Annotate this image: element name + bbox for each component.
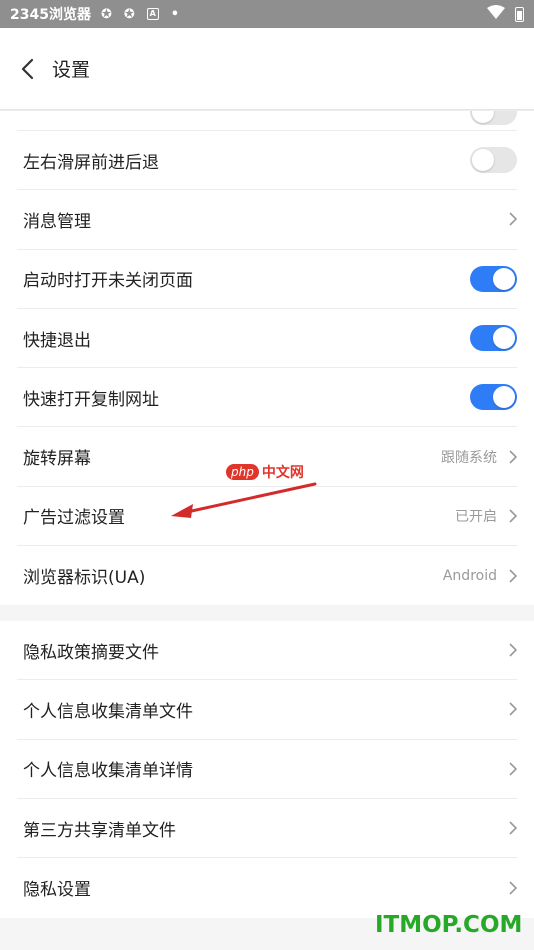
- chevron-right-icon: [505, 569, 517, 583]
- settings-item-open-copied-url[interactable]: 快速打开复制网址: [17, 368, 517, 428]
- settings-item-personal-info-list-detail[interactable]: 个人信息收集清单详情: [17, 740, 517, 799]
- settings-item-label: 个人信息收集清单详情: [23, 761, 193, 782]
- itmop-watermark: ITMOP.COM: [375, 912, 523, 938]
- chrome-icon: ✪: [100, 6, 112, 22]
- toggle-switch-swipe[interactable]: [470, 147, 517, 174]
- settings-item-value: 跟随系统: [441, 449, 497, 466]
- wifi-icon: [487, 5, 505, 23]
- chevron-right-icon: [505, 212, 517, 227]
- settings-item-label: 个人信息收集清单文件: [23, 701, 193, 722]
- chevron-right-icon: [505, 509, 517, 523]
- settings-item-label: 消息管理: [23, 211, 91, 232]
- a-box-icon: A: [146, 8, 159, 20]
- settings-item-value: Android: [442, 567, 497, 584]
- settings-item-swipe-navigation[interactable]: 左右滑屏前进后退: [17, 131, 517, 191]
- settings-item-message-management[interactable]: 消息管理: [17, 190, 517, 250]
- battery-icon: [515, 6, 524, 22]
- toggle-switch-restore[interactable]: [470, 265, 517, 292]
- settings-item-label: 隐私政策摘要文件: [23, 642, 159, 663]
- list-item-partial: [17, 111, 517, 131]
- settings-item-label: 快捷退出: [23, 330, 91, 351]
- settings-item-label: 启动时打开未关闭页面: [23, 271, 193, 292]
- dot-icon: •: [170, 6, 180, 22]
- toggle-switch-partial[interactable]: [470, 111, 517, 125]
- settings-item-personal-info-list-file[interactable]: 个人信息收集清单文件: [17, 680, 517, 740]
- chevron-right-icon: [505, 881, 517, 895]
- settings-group-privacy: 隐私政策摘要文件 个人信息收集清单文件 个人信息收集清单详情 第三方共享清单文件…: [0, 621, 534, 918]
- chrome-icon: ✪: [123, 6, 135, 22]
- chevron-right-icon: [505, 702, 517, 717]
- status-app-name: 2345浏览器: [10, 7, 91, 23]
- header: 设置: [0, 28, 534, 109]
- chevron-right-icon: [505, 762, 517, 776]
- settings-item-privacy-policy-summary[interactable]: 隐私政策摘要文件: [17, 621, 517, 681]
- settings-item-value: 已开启: [455, 508, 497, 525]
- back-arrow-icon[interactable]: [20, 58, 34, 80]
- settings-item-label: 左右滑屏前进后退: [23, 152, 159, 173]
- chevron-right-icon: [505, 821, 517, 835]
- chevron-right-icon: [505, 450, 517, 464]
- toggle-switch-quick-exit[interactable]: [470, 325, 517, 352]
- page-title: 设置: [52, 59, 91, 81]
- settings-item-label: 隐私设置: [23, 880, 91, 901]
- settings-item-label: 浏览器标识(UA): [23, 568, 146, 589]
- chevron-right-icon: [505, 643, 517, 657]
- status-bar: 2345浏览器 ✪ ✪ A •: [0, 0, 534, 28]
- settings-item-label: 快速打开复制网址: [23, 389, 159, 410]
- settings-group-general: 左右滑屏前进后退 消息管理 启动时打开未关闭页面 快捷退出 快速打开复制网址 旋…: [0, 111, 534, 605]
- settings-item-user-agent[interactable]: 浏览器标识(UA) Android: [17, 546, 517, 605]
- settings-item-third-party-sharing[interactable]: 第三方共享清单文件: [17, 799, 517, 859]
- annotation-arrow-icon: [171, 482, 317, 518]
- settings-item-restore-pages[interactable]: 启动时打开未关闭页面: [17, 250, 517, 309]
- settings-item-label: 第三方共享清单文件: [23, 820, 176, 841]
- settings-item-quick-exit[interactable]: 快捷退出: [17, 309, 517, 369]
- settings-item-privacy-settings[interactable]: 隐私设置: [17, 858, 517, 917]
- toggle-switch-copied-url[interactable]: [470, 384, 517, 411]
